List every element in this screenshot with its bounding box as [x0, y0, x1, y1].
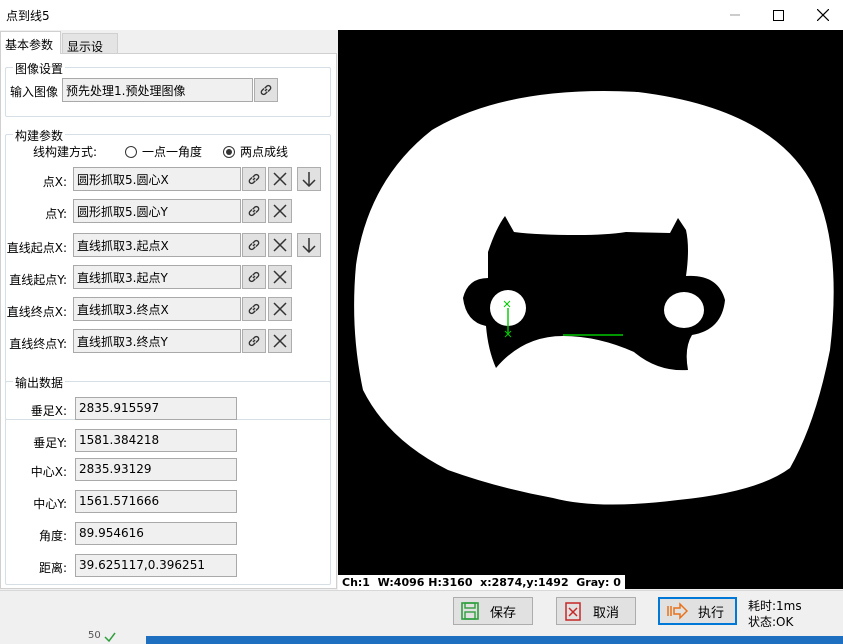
- line-start-x-down-button[interactable]: [297, 233, 321, 257]
- clear-icon: [273, 238, 287, 252]
- line-end-x-field[interactable]: 直线抓取3.终点X: [73, 297, 241, 321]
- line-end-y-link-button[interactable]: [242, 329, 266, 353]
- input-image-field[interactable]: 预先处理1.预处理图像: [62, 78, 253, 102]
- angle-label: 角度:: [38, 529, 67, 543]
- point-y-link-button[interactable]: [242, 199, 266, 223]
- close-icon: [817, 9, 829, 21]
- run-icon: [667, 602, 688, 620]
- arrow-down-icon: [302, 238, 316, 253]
- clear-icon: [273, 270, 287, 284]
- dialog-window: 点到线5 基本参数 显示设置 图像设置 输入图像 预先处理1.预处理图像 构建参…: [0, 0, 843, 644]
- distance-label: 距离:: [38, 561, 67, 575]
- foot-y-label: 垂足Y:: [33, 436, 67, 450]
- binary-image: [354, 91, 834, 505]
- elapsed-time: 耗时:1ms: [748, 599, 802, 613]
- distance-value: 39.625117,0.396251: [75, 554, 237, 577]
- tab-display-settings[interactable]: 显示设置: [62, 33, 118, 71]
- center-y-value: 1561.571666: [75, 490, 237, 513]
- radio-label: 一点一角度: [142, 145, 203, 159]
- link-icon: [248, 303, 260, 315]
- point-x-down-button[interactable]: [297, 167, 321, 191]
- background-row-highlight: [146, 636, 843, 644]
- point-x-field[interactable]: 圆形抓取5.圆心X: [73, 167, 241, 191]
- link-icon: [248, 173, 260, 185]
- point-y-field[interactable]: 圆形抓取5.圆心Y: [73, 199, 241, 223]
- build-params-title: 构建参数: [13, 127, 66, 144]
- line-start-y-label: 直线起点Y:: [9, 273, 67, 287]
- radio-two-points[interactable]: 两点成线: [223, 143, 288, 160]
- output-title: 输出数据: [13, 374, 66, 391]
- save-label: 保存: [490, 605, 517, 621]
- minimize-button[interactable]: [712, 0, 758, 30]
- link-icon: [260, 84, 272, 96]
- line-start-y-link-button[interactable]: [242, 265, 266, 289]
- minimize-icon: [730, 14, 740, 16]
- angle-value: 89.954616: [75, 522, 237, 545]
- link-icon: [248, 239, 260, 251]
- save-icon: [461, 602, 479, 620]
- line-end-x-clear-button[interactable]: [268, 297, 292, 321]
- cancel-button[interactable]: 取消: [556, 597, 636, 625]
- params-panel: 图像设置 输入图像 预先处理1.预处理图像 构建参数 线构建方式: 一点一角度 …: [0, 53, 337, 589]
- clear-icon: [273, 204, 287, 218]
- save-button[interactable]: 保存: [453, 597, 533, 625]
- radio-circle: [125, 145, 137, 158]
- point-x-label: 点X:: [42, 175, 67, 189]
- line-mode-label: 线构建方式:: [33, 145, 98, 159]
- image-viewer[interactable]: [338, 30, 843, 589]
- foot-y-value: 1581.384218: [75, 429, 237, 452]
- image-settings-title: 图像设置: [13, 60, 66, 77]
- input-image-label: 输入图像: [10, 85, 59, 99]
- right-hole: [664, 292, 704, 328]
- run-status: 状态:OK: [748, 615, 794, 629]
- viewer-status-bar: Ch:1 W:4096 H:3160 x:2874,y:1492 Gray: 0: [338, 575, 625, 590]
- foot-x-value: 2835.915597: [75, 397, 237, 420]
- point-y-label: 点Y:: [45, 207, 67, 221]
- clear-icon: [273, 172, 287, 186]
- close-button[interactable]: [800, 0, 843, 30]
- center-x-label: 中心X:: [30, 465, 67, 479]
- window-title: 点到线5: [6, 9, 50, 23]
- run-label: 执行: [698, 605, 725, 621]
- line-start-x-label: 直线起点X:: [6, 241, 67, 255]
- radio-one-point-angle[interactable]: 一点一角度: [125, 143, 202, 160]
- link-icon: [248, 335, 260, 347]
- line-end-y-clear-button[interactable]: [268, 329, 292, 353]
- line-end-y-label: 直线终点Y:: [9, 337, 67, 351]
- line-end-x-link-button[interactable]: [242, 297, 266, 321]
- line-start-x-link-button[interactable]: [242, 233, 266, 257]
- line-end-x-label: 直线终点X:: [6, 305, 67, 319]
- point-x-link-button[interactable]: [242, 167, 266, 191]
- arrow-down-icon: [302, 172, 316, 187]
- background-window-edge: 50: [0, 630, 843, 644]
- background-row-number: 50: [88, 630, 101, 641]
- clear-icon: [273, 302, 287, 316]
- check-icon: [104, 632, 116, 642]
- line-start-y-clear-button[interactable]: [268, 265, 292, 289]
- link-icon: [248, 271, 260, 283]
- radio-circle-selected: [223, 145, 235, 158]
- clear-icon: [273, 334, 287, 348]
- center-y-label: 中心Y:: [33, 497, 67, 511]
- input-image-link-button[interactable]: [254, 78, 278, 102]
- foot-x-label: 垂足X:: [30, 404, 67, 418]
- radio-label: 两点成线: [240, 145, 289, 159]
- line-end-y-field[interactable]: 直线抓取3.终点Y: [73, 329, 241, 353]
- center-x-value: 2835.93129: [75, 458, 237, 481]
- line-start-x-clear-button[interactable]: [268, 233, 292, 257]
- run-button[interactable]: 执行: [658, 597, 737, 625]
- link-icon: [248, 205, 260, 217]
- point-y-clear-button[interactable]: [268, 199, 292, 223]
- cancel-label: 取消: [593, 605, 620, 621]
- maximize-button[interactable]: [755, 0, 801, 30]
- line-start-y-field[interactable]: 直线抓取3.起点Y: [73, 265, 241, 289]
- tab-basic-params[interactable]: 基本参数: [0, 31, 61, 54]
- maximize-icon: [772, 9, 784, 21]
- line-start-x-field[interactable]: 直线抓取3.起点X: [73, 233, 241, 257]
- cancel-icon: [565, 602, 581, 621]
- title-bar: 点到线5: [0, 0, 843, 30]
- point-x-clear-button[interactable]: [268, 167, 292, 191]
